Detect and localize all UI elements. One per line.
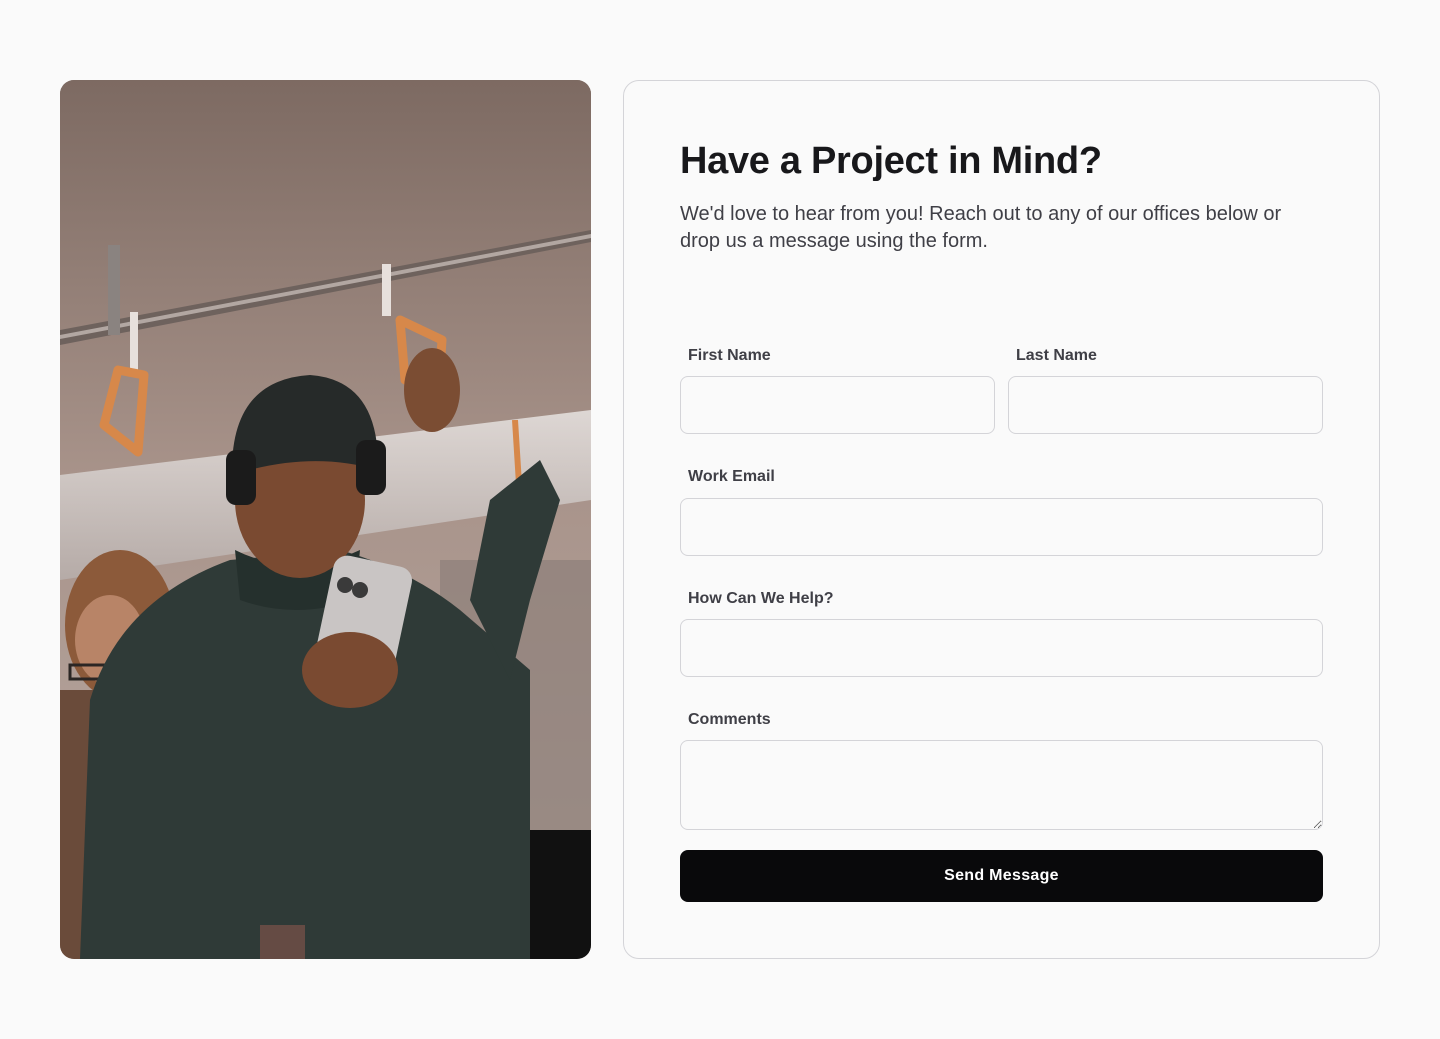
comments-field[interactable]: [680, 740, 1323, 830]
page-subtitle: We'd love to hear from you! Reach out to…: [680, 203, 1282, 252]
first-name-label: First Name: [688, 347, 771, 364]
contact-card: Have a Project in Mind? We'd love to hea…: [623, 80, 1380, 959]
help-label: How Can We Help?: [688, 590, 834, 607]
help-field[interactable]: [680, 619, 1323, 677]
work-email-label: Work Email: [688, 468, 775, 485]
first-name-field[interactable]: [680, 376, 995, 434]
commuter-photo-image: [60, 80, 591, 959]
send-message-button[interactable]: Send Message: [680, 850, 1323, 902]
comments-label: Comments: [688, 711, 771, 728]
page-title: Have a Project in Mind?: [680, 140, 1102, 182]
last-name-label: Last Name: [1016, 347, 1097, 364]
last-name-field[interactable]: [1008, 376, 1323, 434]
hero-photo: [60, 80, 591, 959]
work-email-field[interactable]: [680, 498, 1323, 556]
contact-section: Have a Project in Mind? We'd love to hea…: [60, 80, 1380, 959]
